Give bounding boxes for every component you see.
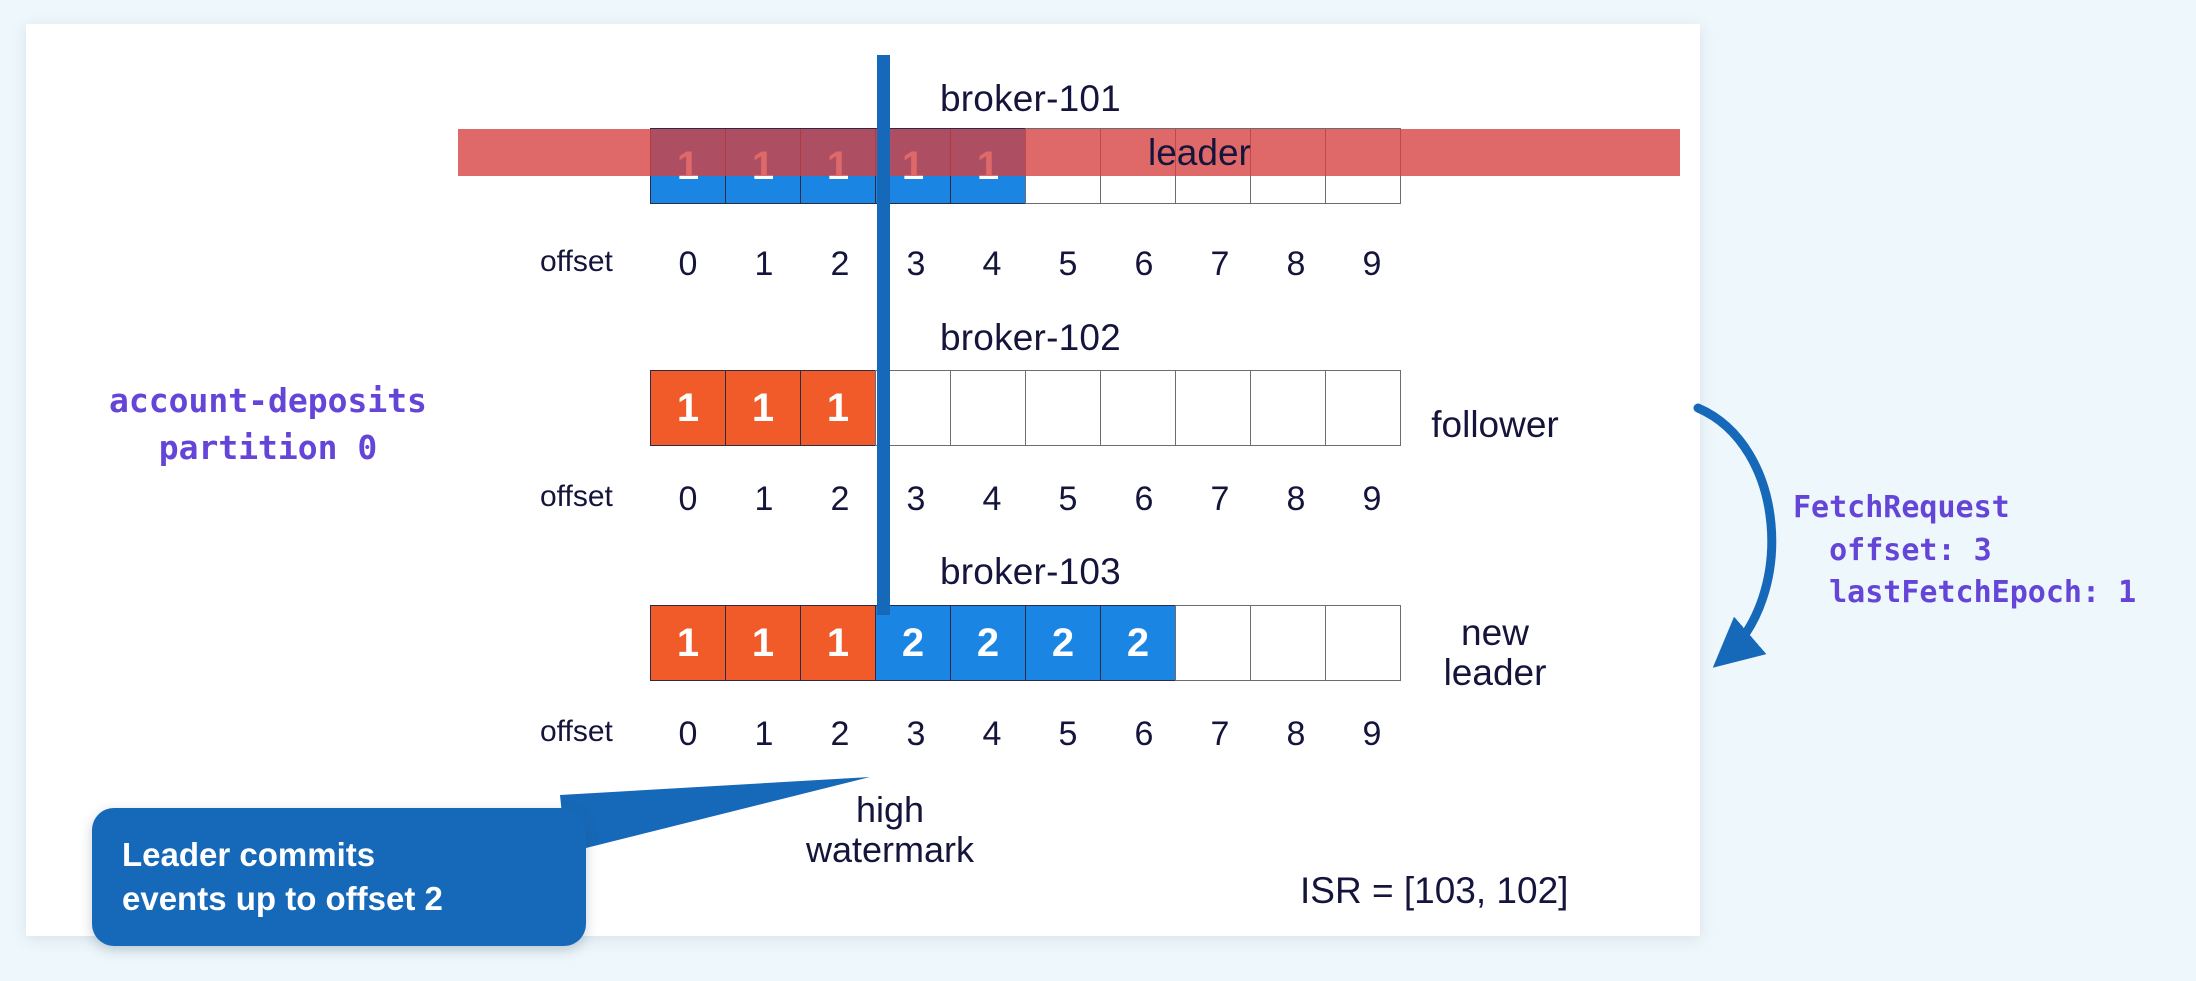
broker-103-role-line1: new	[1461, 612, 1529, 653]
fetch-request-line2: offset: 3	[1793, 532, 1992, 568]
log-cell	[1175, 605, 1251, 681]
log-cell: 1	[650, 605, 726, 681]
offset-tick: 5	[1058, 245, 1078, 283]
offset-label-row-101: offset	[540, 245, 613, 278]
fetch-request-line3: lastFetchEpoch: 1	[1793, 575, 2137, 611]
log-cell: 1	[650, 370, 726, 446]
leader-role-label: leader	[1148, 131, 1251, 173]
log-cell	[1175, 370, 1251, 446]
callout-line2: events up to offset 2	[122, 880, 443, 917]
offset-tick: 9	[1362, 480, 1382, 518]
topic-partition-label: account-deposits partition 0	[82, 378, 454, 472]
broker-103-role-label: new leader	[1345, 613, 1645, 693]
offset-tick: 0	[678, 480, 698, 518]
log-cell: 2	[1100, 605, 1176, 681]
high-watermark-line2: watermark	[805, 829, 975, 871]
broker-102-title: broker-102	[940, 317, 1121, 358]
offset-tick: 1	[754, 480, 774, 518]
fetch-request-label: FetchRequest offset: 3 lastFetchEpoch: 1	[1793, 487, 2136, 615]
fetch-request-line1: FetchRequest	[1793, 490, 2010, 525]
offset-tick: 7	[1210, 245, 1230, 283]
broker-103-title: broker-103	[940, 551, 1121, 592]
broker-103-log: 1112222	[650, 605, 1401, 681]
log-cell: 2	[1025, 605, 1101, 681]
offset-tick: 5	[1058, 715, 1078, 753]
offset-tick: 0	[678, 715, 698, 753]
offset-tick: 9	[1362, 245, 1382, 283]
log-cell	[1250, 370, 1326, 446]
log-cell	[1100, 370, 1176, 446]
offset-tick: 6	[1134, 245, 1154, 283]
log-cell: 2	[950, 605, 1026, 681]
offset-tick: 6	[1134, 715, 1154, 753]
offset-tick: 4	[982, 715, 1002, 753]
log-cell	[1250, 605, 1326, 681]
offset-tick: 5	[1058, 480, 1078, 518]
offset-tick: 4	[982, 245, 1002, 283]
broker-102-log: 111	[650, 370, 1401, 446]
offset-tick: 8	[1286, 715, 1306, 753]
partition-name: partition 0	[158, 427, 378, 467]
log-cell: 1	[800, 370, 876, 446]
callout-bubble: Leader commits events up to offset 2	[92, 808, 586, 946]
offset-tick: 7	[1210, 715, 1230, 753]
isr-label: ISR = [103, 102]	[1300, 870, 1569, 911]
high-watermark-line1: high	[855, 789, 925, 830]
offset-tick: 9	[1362, 715, 1382, 753]
log-cell	[1025, 370, 1101, 446]
high-watermark-line	[877, 55, 890, 615]
offset-tick: 2	[830, 715, 850, 753]
topic-name: account-deposits	[109, 381, 427, 420]
log-cell: 1	[725, 370, 801, 446]
callout-line1: Leader commits	[122, 836, 376, 874]
offset-tick: 2	[830, 480, 850, 518]
offset-tick: 3	[906, 715, 926, 753]
offset-tick: 7	[1210, 480, 1230, 518]
offset-tick: 4	[982, 480, 1002, 518]
offset-tick: 0	[678, 245, 698, 283]
offset-tick: 8	[1286, 480, 1306, 518]
log-cell: 1	[725, 605, 801, 681]
broker-101-title: broker-101	[940, 78, 1121, 119]
offset-tick: 1	[754, 715, 774, 753]
high-watermark-label: high watermark	[760, 789, 1020, 871]
offset-label-row-102: offset	[540, 480, 613, 513]
offset-tick: 6	[1134, 480, 1154, 518]
broker-103-role-line2: leader	[1443, 651, 1547, 693]
offset-label-row-103: offset	[540, 715, 613, 748]
log-cell	[950, 370, 1026, 446]
broker-102-role-label: follower	[1431, 404, 1559, 445]
offset-tick: 2	[830, 245, 850, 283]
offset-tick: 8	[1286, 245, 1306, 283]
leader-band: leader	[458, 129, 1680, 176]
log-cell: 1	[800, 605, 876, 681]
log-cell: 2	[875, 605, 951, 681]
offset-tick: 1	[754, 245, 774, 283]
